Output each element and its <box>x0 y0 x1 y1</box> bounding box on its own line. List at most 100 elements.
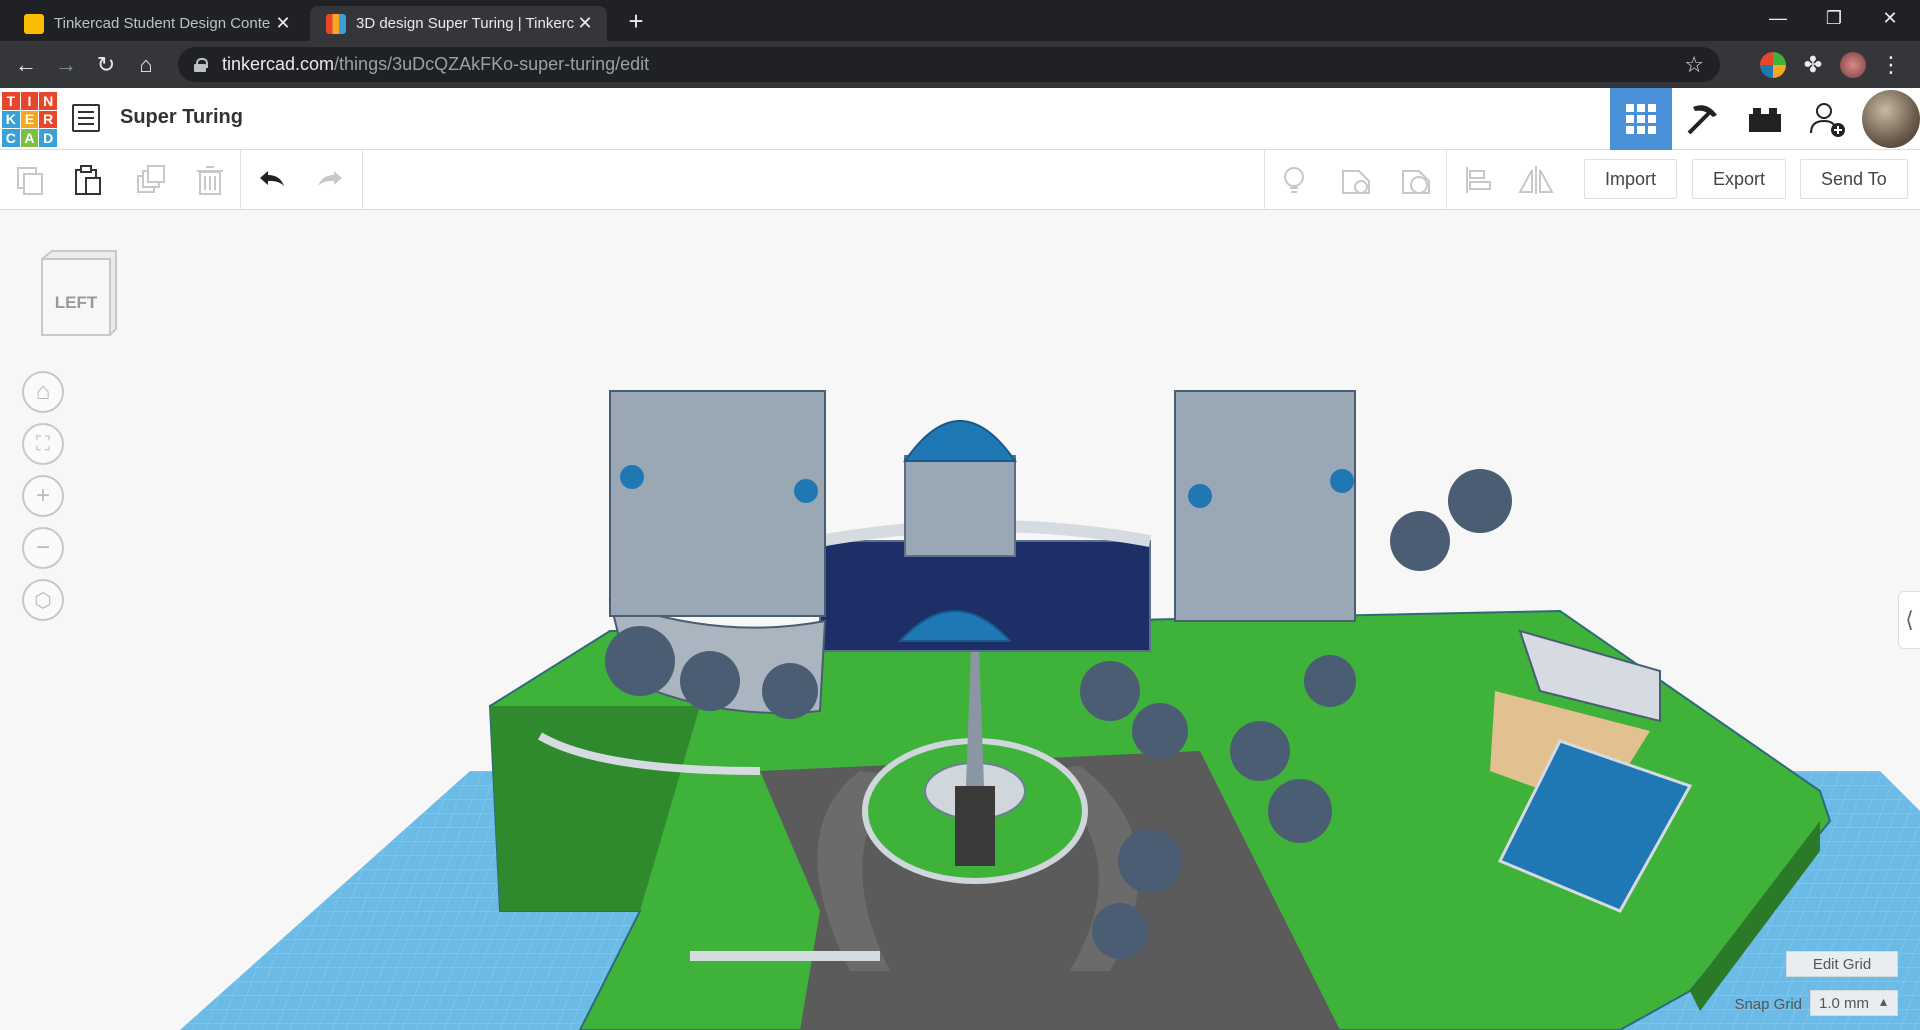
url-host: tinkercad.com <box>222 54 335 74</box>
toolbar-divider <box>1446 150 1447 210</box>
solid-shape-icon <box>1342 170 1370 194</box>
address-bar: ← → ↻ ⌂ tinkercad.com/things/3uDcQZAkFKo… <box>0 41 1920 88</box>
duplicate-button[interactable] <box>130 160 170 200</box>
logo-letter: D <box>39 129 57 147</box>
chevron-left-icon: ⟨ <box>1905 607 1914 632</box>
zoom-in-button[interactable]: + <box>22 475 64 517</box>
central-tower <box>904 455 1016 557</box>
tab-title: 3D design Super Turing | Tinkerc <box>356 15 575 32</box>
left-dome-small <box>794 479 818 503</box>
copy-button[interactable] <box>10 160 50 200</box>
snap-grid-select[interactable]: 1.0 mm <box>1810 990 1898 1016</box>
home-icon[interactable]: ⌂ <box>130 49 162 81</box>
profile-avatar[interactable] <box>1840 52 1866 78</box>
extensions-puzzle-icon[interactable]: ✤ <box>1800 52 1826 78</box>
logo-letter: C <box>2 129 20 147</box>
browser-tab-design[interactable]: 3D design Super Turing | Tinkerc ✕ <box>310 6 607 41</box>
lightbulb-icon <box>1284 167 1304 193</box>
logo-letter: T <box>2 92 20 110</box>
cube-icon: ⬡ <box>34 589 52 612</box>
bricks-button[interactable] <box>1734 88 1796 150</box>
user-avatar[interactable] <box>1862 90 1920 148</box>
hole-button[interactable] <box>1396 160 1436 200</box>
toolbar-divider <box>240 150 241 210</box>
design-list-icon[interactable] <box>72 104 100 132</box>
tab-close-icon[interactable]: ✕ <box>575 13 595 34</box>
app-header: TIN KER CAD Super Turing <box>0 88 1920 150</box>
paste-button[interactable] <box>68 160 108 200</box>
view-cube-label: LEFT <box>54 293 98 312</box>
snap-grid-label: Snap Grid <box>1734 996 1802 1013</box>
3d-view-button[interactable] <box>1610 88 1672 150</box>
undo-button[interactable] <box>252 160 292 200</box>
home-view-button[interactable]: ⌂ <box>22 371 64 413</box>
solid-button[interactable] <box>1336 160 1376 200</box>
tab-favicon-icon <box>24 13 44 34</box>
design-title[interactable]: Super Turing <box>120 106 243 129</box>
right-dome-small <box>1330 469 1354 493</box>
central-dome <box>903 420 1017 462</box>
fit-view-icon: ⛶ <box>36 432 50 455</box>
delete-button[interactable] <box>190 160 230 200</box>
new-tab-icon[interactable]: + <box>622 8 650 36</box>
minimize-icon[interactable]: — <box>1750 0 1806 36</box>
left-wing-upper <box>609 390 826 617</box>
align-button[interactable] <box>1458 160 1498 200</box>
logo-letter: E <box>20 110 39 129</box>
home-icon: ⌂ <box>35 378 51 405</box>
align-icon <box>1466 167 1491 193</box>
restore-icon[interactable]: ❐ <box>1806 0 1862 36</box>
logo-letter: I <box>20 92 39 110</box>
zoom-out-button[interactable]: − <box>22 527 64 569</box>
add-user-icon <box>1810 103 1845 137</box>
export-button[interactable]: Export <box>1692 159 1787 199</box>
blocks-button[interactable] <box>1672 88 1734 150</box>
forward-icon[interactable]: → <box>50 49 82 81</box>
right-dome-small <box>1188 484 1212 508</box>
reload-icon[interactable]: ↻ <box>90 49 122 81</box>
close-window-icon[interactable]: ✕ <box>1862 0 1918 36</box>
url-input[interactable]: tinkercad.com/things/3uDcQZAkFKo-super-t… <box>178 47 1720 82</box>
import-button[interactable]: Import <box>1584 159 1678 199</box>
lock-icon <box>194 57 208 72</box>
toolbar: Import Export Send To <box>0 150 1920 210</box>
edit-grid-button[interactable]: Edit Grid <box>1786 951 1898 977</box>
grid-icon <box>1626 104 1656 134</box>
3d-scene[interactable] <box>0 211 1920 1030</box>
perspective-button[interactable]: ⬡ <box>22 579 64 621</box>
bookmark-star-icon[interactable]: ☆ <box>1684 52 1704 78</box>
stairs <box>955 786 995 866</box>
toolbar-divider <box>362 150 363 210</box>
copy-icon <box>17 167 43 195</box>
workplane-canvas[interactable]: LEFT ⌂ ⛶ + − ⬡ ⟨ Edit Grid Snap Grid 1.0… <box>0 211 1920 1030</box>
toolbar-divider <box>1264 150 1265 210</box>
mirror-button[interactable] <box>1516 160 1556 200</box>
logo-letter: R <box>39 110 57 129</box>
plus-icon: + <box>35 482 50 509</box>
tab-favicon-icon <box>326 13 346 34</box>
brick-icon <box>1749 108 1781 132</box>
view-cube[interactable]: LEFT <box>38 249 120 337</box>
trash-icon <box>197 166 223 195</box>
browser-tab-strip: Tinkercad Student Design Conte ✕ 3D desi… <box>0 0 1920 41</box>
logo-letter: A <box>20 129 39 147</box>
notes-button[interactable] <box>1274 160 1314 200</box>
invite-user-button[interactable] <box>1796 88 1858 150</box>
tab-title: Tinkercad Student Design Conte <box>54 15 271 32</box>
hole-shape-icon <box>1402 170 1430 194</box>
back-icon[interactable]: ← <box>10 49 42 81</box>
tab-close-icon[interactable]: ✕ <box>273 13 293 34</box>
browser-tab-contest[interactable]: Tinkercad Student Design Conte ✕ <box>8 6 305 41</box>
url-path: /things/3uDcQZAkFKo-super-turing/edit <box>334 54 650 74</box>
shapes-panel-toggle[interactable]: ⟨ <box>1898 591 1920 649</box>
fit-view-button[interactable]: ⛶ <box>22 423 64 465</box>
minus-icon: − <box>35 534 50 561</box>
browser-menu-icon[interactable]: ⋮ <box>1878 52 1904 78</box>
logo-letter: N <box>39 92 57 110</box>
tinkercad-logo[interactable]: TIN KER CAD <box>2 92 57 147</box>
pickaxe-icon <box>1687 105 1717 135</box>
mirror-icon <box>1518 166 1554 194</box>
extension-icon[interactable] <box>1760 52 1786 78</box>
redo-button[interactable] <box>310 160 350 200</box>
send-to-button[interactable]: Send To <box>1800 159 1908 199</box>
